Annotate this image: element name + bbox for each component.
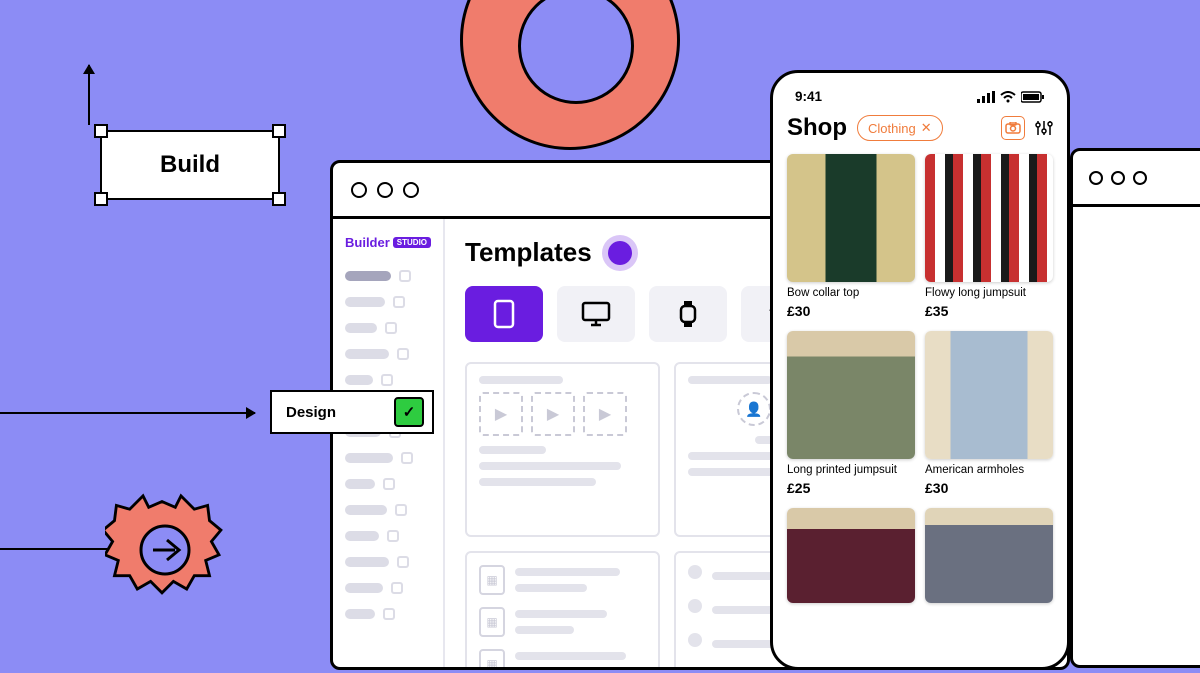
product-card[interactable]: Bow collar top £30 — [787, 154, 915, 319]
resize-handle-tr[interactable] — [272, 124, 286, 138]
play-icon: ▶ — [583, 392, 627, 436]
device-tab-monitor[interactable] — [557, 286, 635, 342]
build-selection-box[interactable]: Build — [100, 130, 280, 200]
sidebar-item[interactable] — [345, 452, 431, 464]
device-tab-mobile[interactable] — [465, 286, 543, 342]
sidebar-item[interactable] — [345, 296, 431, 308]
sidebar-item[interactable] — [345, 556, 431, 568]
templates-title: Templates — [465, 237, 592, 268]
product-name: Long printed jumpsuit — [787, 464, 915, 478]
product-price: £25 — [787, 480, 915, 496]
signal-icon — [977, 91, 995, 103]
sidebar-item[interactable] — [345, 530, 431, 542]
window-minimize-icon[interactable] — [377, 182, 393, 198]
window-dot-icon — [1111, 171, 1125, 185]
product-image — [925, 154, 1053, 282]
template-card[interactable]: ▦ ▦ ▦ — [465, 551, 660, 667]
build-label: Build — [160, 151, 220, 179]
donut-decoration — [460, 0, 680, 150]
product-name: American armholes — [925, 464, 1053, 478]
document-icon: ▦ — [479, 649, 505, 667]
device-tab-watch[interactable] — [649, 286, 727, 342]
template-card[interactable]: ▶ ▶ ▶ — [465, 362, 660, 537]
logo-text: Builder — [345, 235, 390, 250]
sidebar-item[interactable] — [345, 608, 431, 620]
document-icon: ▦ — [479, 607, 505, 637]
product-card[interactable]: Flowy long jumpsuit £35 — [925, 154, 1053, 319]
sidebar-item[interactable] — [345, 582, 431, 594]
phone-status-bar: 9:41 — [787, 87, 1053, 114]
resize-handle-br[interactable] — [272, 192, 286, 206]
filter-chip-label: Clothing — [868, 121, 916, 136]
arrow-right-icon — [0, 412, 255, 414]
background-window — [1070, 148, 1200, 668]
arrow-up-icon — [88, 65, 90, 125]
sidebar-item[interactable] — [345, 478, 431, 490]
product-image — [925, 331, 1053, 459]
close-icon[interactable]: ✕ — [921, 120, 932, 136]
window-dot-icon — [1089, 171, 1103, 185]
product-card[interactable] — [925, 508, 1053, 608]
sidebar-item[interactable] — [345, 270, 431, 282]
sidebar-item[interactable] — [345, 504, 431, 516]
sliders-icon[interactable] — [1035, 119, 1053, 137]
user-icon: 👤 — [737, 392, 771, 426]
product-card[interactable]: Long printed jumpsuit £25 — [787, 331, 915, 496]
product-grid: Bow collar top £30 Flowy long jumpsuit £… — [787, 154, 1053, 608]
camera-icon[interactable] — [1001, 116, 1025, 140]
sidebar-item[interactable] — [345, 348, 431, 360]
design-chip[interactable]: Design ✓ — [270, 390, 434, 434]
sidebar-item[interactable] — [345, 322, 431, 334]
product-price: £35 — [925, 303, 1053, 319]
shop-title: Shop — [787, 114, 847, 142]
product-image — [787, 508, 915, 603]
document-icon: ▦ — [479, 565, 505, 595]
product-price: £30 — [787, 303, 915, 319]
window-close-icon[interactable] — [351, 182, 367, 198]
wifi-icon — [1000, 91, 1016, 103]
play-icon: ▶ — [479, 392, 523, 436]
product-price: £30 — [925, 480, 1053, 496]
design-label: Design — [286, 404, 336, 421]
window-maximize-icon[interactable] — [403, 182, 419, 198]
record-indicator-icon[interactable] — [608, 241, 632, 265]
phone-time: 9:41 — [795, 89, 822, 104]
sidebar-item[interactable] — [345, 374, 431, 386]
play-icon: ▶ — [531, 392, 575, 436]
battery-icon — [1021, 91, 1045, 103]
window-dot-icon — [1133, 171, 1147, 185]
product-name: Flowy long jumpsuit — [925, 287, 1053, 301]
product-image — [787, 331, 915, 459]
product-card[interactable] — [787, 508, 915, 608]
gear-icon — [105, 490, 225, 610]
product-image — [925, 508, 1053, 603]
resize-handle-tl[interactable] — [94, 124, 108, 138]
phone-mockup: 9:41 Shop Clothing ✕ Bow coll — [770, 70, 1070, 670]
product-name: Bow collar top — [787, 287, 915, 301]
builder-logo[interactable]: Builder STUDIO — [345, 235, 431, 250]
product-image — [787, 154, 915, 282]
logo-badge: STUDIO — [393, 237, 431, 248]
sidebar: Builder STUDIO — [333, 219, 445, 667]
filter-chip-clothing[interactable]: Clothing ✕ — [857, 115, 943, 141]
checkmark-icon: ✓ — [394, 397, 424, 427]
resize-handle-bl[interactable] — [94, 192, 108, 206]
product-card[interactable]: American armholes £30 — [925, 331, 1053, 496]
